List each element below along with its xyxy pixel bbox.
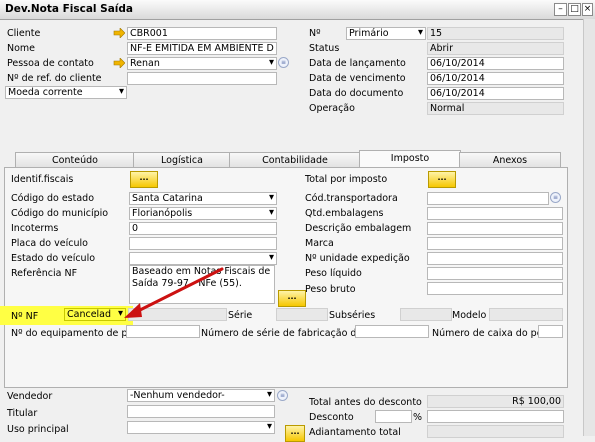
estado-label: Código do estado <box>11 193 95 204</box>
series-select[interactable]: Primário <box>346 27 426 40</box>
transportadora-label: Cód.transportadora <box>305 193 398 204</box>
total-imposto-label: Total por imposto <box>305 174 388 185</box>
nf-label: Nº NF <box>11 311 39 322</box>
info-icon[interactable]: ≡ <box>277 390 288 401</box>
marca-field[interactable] <box>427 237 563 250</box>
desconto-value-field[interactable] <box>427 410 564 423</box>
estado-veiculo-label: Estado do veículo <box>11 253 96 264</box>
lancamento-field[interactable]: 06/10/2014 <box>427 57 564 70</box>
placa-field[interactable] <box>129 237 277 250</box>
caixa-label: Número de caixa do pc <box>432 328 542 339</box>
municipio-label: Código do município <box>11 208 109 219</box>
fabricacao-field[interactable] <box>355 325 429 338</box>
serie-field <box>276 308 328 321</box>
referencia-label: Referência NF <box>11 268 78 279</box>
documento-field[interactable]: 06/10/2014 <box>427 87 564 100</box>
close-icon[interactable]: × <box>582 3 593 16</box>
vencimento-field[interactable]: 06/10/2014 <box>427 72 564 85</box>
tab-anexos[interactable]: Anexos <box>459 152 561 168</box>
caixa-field[interactable] <box>538 325 563 338</box>
peso-liquido-label: Peso líquido <box>305 268 362 279</box>
tab-conteudo[interactable]: Conteúdo <box>15 152 135 168</box>
adiantamento-button[interactable]: ... <box>285 425 305 442</box>
numero-label: Nº <box>309 28 321 39</box>
vertical-scrollbar[interactable] <box>583 19 595 436</box>
operacao-label: Operação <box>309 103 355 114</box>
serie-label: Série <box>228 310 253 321</box>
subseries-field <box>400 308 452 321</box>
referencia-button[interactable]: ... <box>278 290 306 307</box>
window-title: Dev.Nota Fiscal Saída <box>5 3 134 15</box>
info-icon[interactable]: ≡ <box>550 192 561 203</box>
cliente-label: Cliente <box>7 28 41 39</box>
titular-field[interactable] <box>127 405 275 418</box>
desconto-percent-field[interactable] <box>375 410 412 423</box>
equipamento-field[interactable] <box>126 325 200 338</box>
annotation-arrow-icon <box>124 267 224 318</box>
tab-contabilidade[interactable]: Contabilidade <box>229 152 361 168</box>
transportadora-field[interactable] <box>427 192 549 205</box>
link-arrow-icon[interactable] <box>113 58 125 68</box>
status-label: Status <box>309 43 340 54</box>
fabricacao-label: Número de série de fabricação do <box>201 328 363 339</box>
tab-imposto[interactable]: Imposto <box>359 150 461 168</box>
documento-label: Data do documento <box>309 88 404 99</box>
lancamento-label: Data de lançamento <box>309 58 406 69</box>
estado-select[interactable]: Santa Catarina <box>129 192 277 205</box>
adiantamento-label: Adiantamento total <box>309 427 401 438</box>
modelo-field <box>489 308 563 321</box>
nome-field[interactable]: NF-E EMITIDA EM AMBIENTE D <box>127 42 277 55</box>
qtd-field[interactable] <box>427 207 563 220</box>
operacao-field: Normal <box>427 102 564 115</box>
percent-sign: % <box>413 412 423 423</box>
modelo-label: Modelo <box>452 310 487 321</box>
unidade-label: Nº unidade expedição <box>305 253 410 264</box>
tab-logistica[interactable]: Logística <box>133 152 231 168</box>
descricao-label: Descrição embalagem <box>305 223 412 234</box>
titular-label: Titular <box>7 408 38 419</box>
pessoa-label: Pessoa de contato <box>7 58 94 69</box>
total-imposto-button[interactable]: ... <box>428 171 456 188</box>
maximize-icon[interactable]: □ <box>568 3 581 16</box>
info-icon[interactable]: ≡ <box>278 57 289 68</box>
ref-label: Nº de ref. do cliente <box>7 73 102 84</box>
vencimento-label: Data de vencimento <box>309 73 406 84</box>
vendedor-select[interactable]: -Nenhum vendedor- <box>127 389 275 402</box>
total-antes-field: R$ 100,00 <box>427 395 564 408</box>
peso-liquido-field[interactable] <box>427 267 563 280</box>
minimize-icon[interactable]: – <box>554 3 567 16</box>
moeda-select[interactable]: Moeda corrente <box>5 86 127 99</box>
peso-bruto-field[interactable] <box>427 282 563 295</box>
marca-label: Marca <box>305 238 334 249</box>
incoterms-label: Incoterms <box>11 223 59 234</box>
estado-veiculo-select[interactable] <box>129 252 277 265</box>
desconto-label: Desconto <box>309 412 354 423</box>
status-field: Abrir <box>427 42 564 55</box>
pessoa-select[interactable]: Renan <box>127 57 277 70</box>
total-antes-label: Total antes do desconto <box>309 397 422 408</box>
subseries-label: Subséries <box>329 310 376 321</box>
cliente-field[interactable]: CBR001 <box>127 27 277 40</box>
nome-label: Nome <box>7 43 36 54</box>
identif-button[interactable]: ... <box>130 171 158 188</box>
ref-field[interactable] <box>127 72 277 85</box>
numero-field: 15 <box>427 27 564 40</box>
adiantamento-field <box>427 425 564 438</box>
link-arrow-icon[interactable] <box>113 28 125 38</box>
uso-label: Uso principal <box>7 424 69 435</box>
identif-label: Identif.fiscais <box>11 174 74 185</box>
placa-label: Placa do veículo <box>11 238 88 249</box>
peso-bruto-label: Peso bruto <box>305 284 356 295</box>
uso-select[interactable] <box>127 421 275 434</box>
incoterms-field[interactable]: 0 <box>129 222 277 235</box>
equipamento-label: Nº do equipamento de pc <box>11 328 133 339</box>
unidade-field[interactable] <box>427 252 563 265</box>
qtd-label: Qtd.embalagens <box>305 208 384 219</box>
vendedor-label: Vendedor <box>7 391 53 402</box>
descricao-field[interactable] <box>427 222 563 235</box>
municipio-select[interactable]: Florianópolis <box>129 207 277 220</box>
